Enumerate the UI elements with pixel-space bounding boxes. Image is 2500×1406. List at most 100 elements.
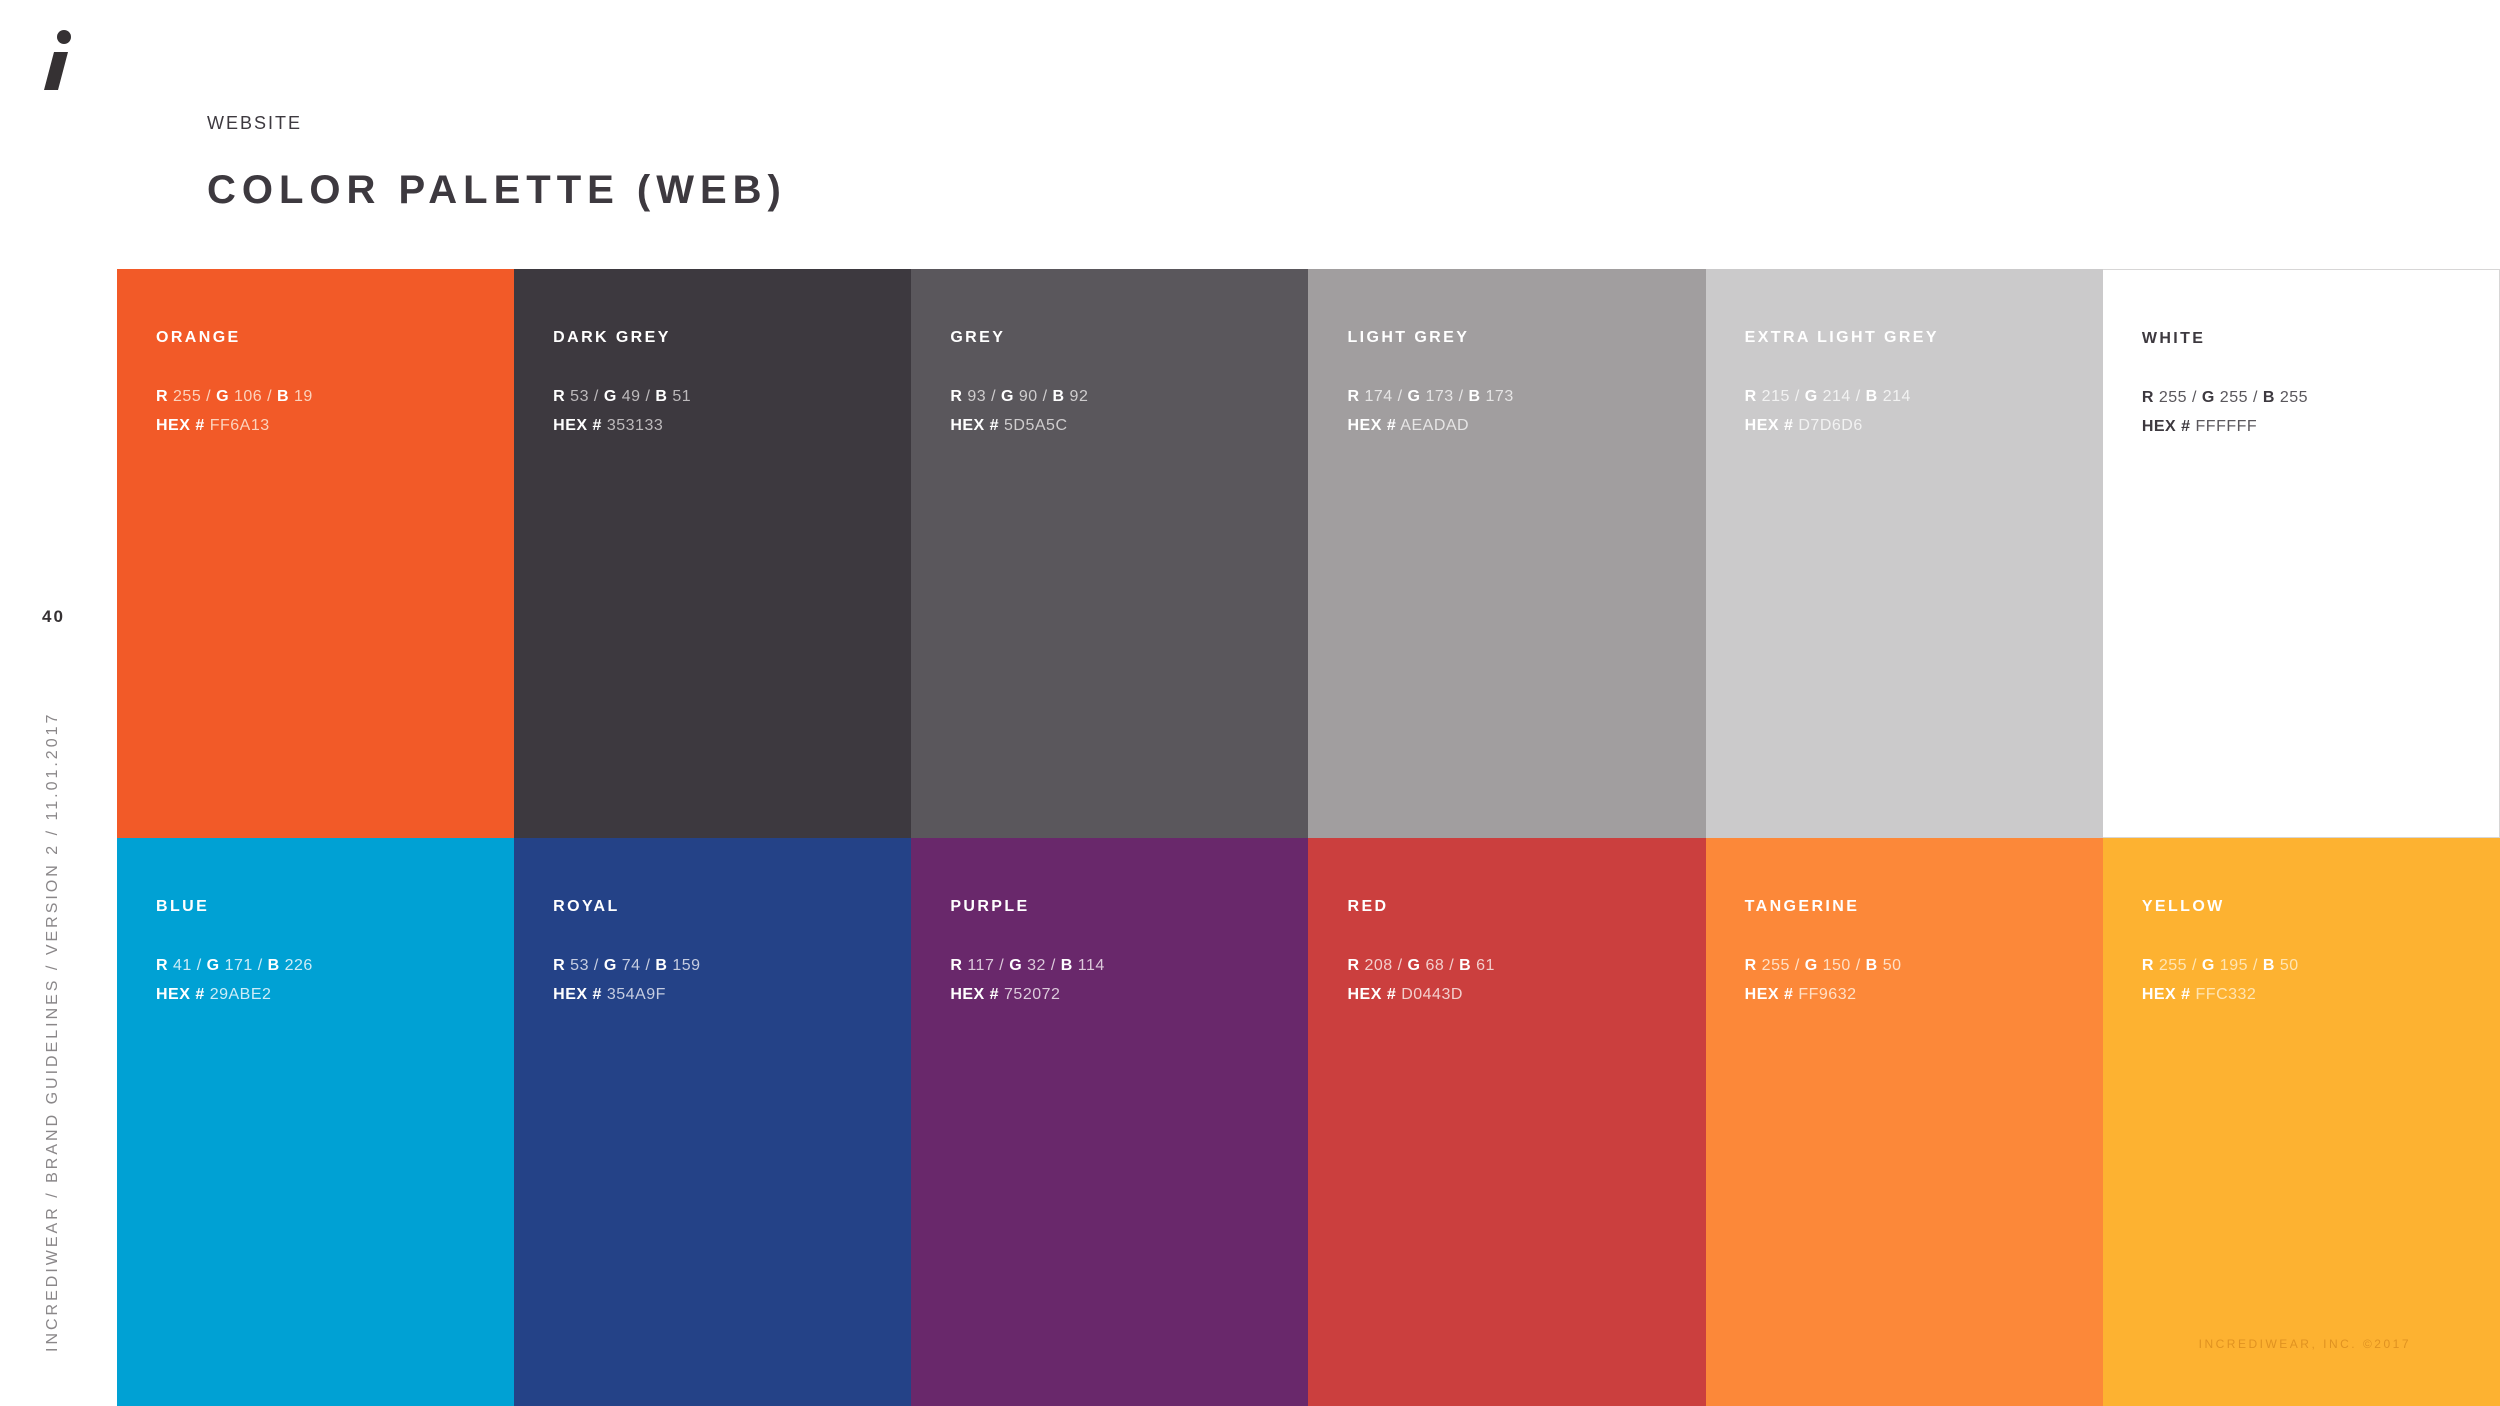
swatch-rgb: R 174 / G 173 / B 173: [1347, 388, 1514, 405]
swatch-name: EXTRA LIGHT GREY: [1744, 329, 1939, 346]
b-label: B: [1468, 388, 1481, 405]
b-label: B: [1459, 957, 1472, 974]
swatch-name: GREY: [950, 329, 1006, 346]
r-label: R: [156, 388, 169, 405]
swatch-hex: HEX # 752072: [950, 980, 1308, 1009]
hex-value: 752072: [1004, 986, 1061, 1003]
section-label: WEBSITE: [207, 113, 303, 133]
hex-value: D0443D: [1401, 986, 1463, 1003]
hex-value: 353133: [606, 417, 664, 434]
g-label: G: [216, 388, 230, 405]
swatch-hex: HEX # 5D5A5C: [950, 411, 1308, 440]
b-label: B: [655, 957, 668, 974]
hex-label: HEX #: [156, 417, 205, 434]
hex-label: HEX #: [1347, 986, 1397, 1003]
swatch-name: ROYAL: [553, 898, 620, 915]
document-credit: INCREDIWEAR / BRAND GUIDELINES / VERSION…: [44, 711, 61, 1352]
color-swatch-extra-light-grey: EXTRA LIGHT GREY R 215 / G 214 / B 214 HEX…: [1705, 269, 2103, 838]
b-value: 61: [1476, 957, 1495, 974]
hex-label: HEX #: [950, 417, 1000, 434]
b-value: 255: [2279, 389, 2309, 406]
r-value: 174: [1364, 388, 1393, 405]
r-label: R: [1347, 388, 1360, 405]
g-value: 171: [224, 957, 253, 974]
page-title: COLOR PALETTE (WEB): [207, 168, 787, 212]
hex-value: FF9632: [1798, 986, 1857, 1003]
swatch-rgb: R 53 / G 74 / B 159: [553, 957, 701, 974]
b-label: B: [1865, 388, 1878, 405]
hex-value: AEADAD: [1400, 417, 1470, 434]
swatch-rgb: R 41 / G 171 / B 226: [156, 957, 313, 974]
g-label: G: [2201, 957, 2215, 974]
r-value: 53: [570, 957, 589, 974]
b-label: B: [267, 957, 280, 974]
hex-label: HEX #: [553, 417, 602, 434]
swatch-name: TANGERINE: [1744, 898, 1860, 915]
g-label: G: [1407, 957, 1421, 974]
hex-label: HEX #: [156, 986, 205, 1003]
b-value: 226: [284, 957, 313, 974]
color-swatch-grey: GREY R 93 / G 90 / B 92 HEX # 5D5A5C: [911, 269, 1309, 838]
hex-label: HEX #: [553, 986, 602, 1003]
g-label: G: [206, 957, 220, 974]
b-label: B: [277, 388, 290, 405]
g-label: G: [603, 957, 617, 974]
b-value: 50: [1882, 957, 1902, 974]
hex-label: HEX #: [1347, 417, 1397, 434]
r-value: 117: [967, 957, 995, 974]
color-swatch-light-grey: LIGHT GREY R 174 / G 173 / B 173 HEX # AEA…: [1308, 269, 1706, 838]
hex-label: HEX #: [2141, 418, 2191, 435]
g-value: 74: [621, 957, 641, 974]
g-label: G: [1000, 388, 1014, 405]
swatch-hex: HEX # AEADAD: [1347, 411, 1705, 440]
b-value: 92: [1069, 388, 1089, 405]
hex-value: FFC332: [2195, 986, 2257, 1003]
color-swatch-tangerine: TANGERINE R 255 / G 150 / B 50 HEX # FF963…: [1705, 838, 2103, 1406]
b-value: 51: [672, 388, 692, 405]
swatch-hex: HEX # 29ABE2: [156, 980, 514, 1009]
color-swatch-blue: BLUE R 41 / G 171 / B 226 HEX # 29ABE2: [117, 838, 515, 1406]
r-value: 255: [2158, 957, 2188, 974]
page-number: 40: [42, 607, 65, 626]
r-value: 53: [570, 388, 589, 405]
r-value: 208: [1364, 957, 1393, 974]
r-value: 255: [2158, 389, 2188, 406]
hex-label: HEX #: [2141, 986, 2191, 1003]
b-label: B: [1052, 388, 1065, 405]
hex-label: HEX #: [1744, 417, 1794, 434]
swatch-hex: HEX # FFC332: [2142, 980, 2500, 1009]
b-label: B: [1865, 957, 1878, 974]
g-value: 32: [1027, 957, 1046, 974]
r-label: R: [2141, 957, 2154, 974]
swatch-rgb: R 93 / G 90 / B 92: [950, 388, 1089, 405]
b-value: 50: [2279, 957, 2299, 974]
color-swatch-red: RED R 208 / G 68 / B 61 HEX # D0443D: [1308, 838, 1706, 1406]
swatch-name: YELLOW: [2141, 898, 2225, 915]
r-value: 93: [967, 388, 987, 405]
swatch-hex: HEX # D7D6D6: [1745, 411, 2103, 440]
g-label: G: [603, 388, 617, 405]
g-label: G: [1407, 388, 1421, 405]
swatch-hex: HEX # FFFFFF: [2142, 412, 2499, 441]
r-label: R: [1347, 957, 1360, 974]
g-label: G: [1804, 957, 1818, 974]
g-value: 68: [1425, 957, 1445, 974]
color-swatch-grid: ORANGE R 255 / G 106 / B 19 HEX # FF6A13 DA…: [117, 269, 2500, 1406]
color-swatch-dark-grey: DARK GREY R 53 / G 49 / B 51 HEX # 353133: [514, 269, 912, 838]
hex-label: HEX #: [950, 986, 1000, 1003]
hex-label: HEX #: [1744, 986, 1794, 1003]
b-label: B: [655, 388, 668, 405]
b-value: 214: [1882, 388, 1911, 405]
r-label: R: [156, 957, 169, 974]
copyright-notice: INCREDIWEAR, INC. ©2017: [2198, 1337, 2411, 1351]
hex-value: 5D5A5C: [1004, 417, 1068, 434]
b-value: 173: [1485, 388, 1514, 405]
g-value: 150: [1822, 957, 1851, 974]
r-label: R: [1744, 388, 1757, 405]
swatch-name: WHITE: [2141, 330, 2206, 347]
r-value: 255: [173, 388, 202, 405]
b-label: B: [2262, 957, 2275, 974]
swatch-hex: HEX # 354A9F: [553, 980, 911, 1009]
g-value: 106: [233, 388, 263, 405]
b-label: B: [2262, 389, 2275, 406]
